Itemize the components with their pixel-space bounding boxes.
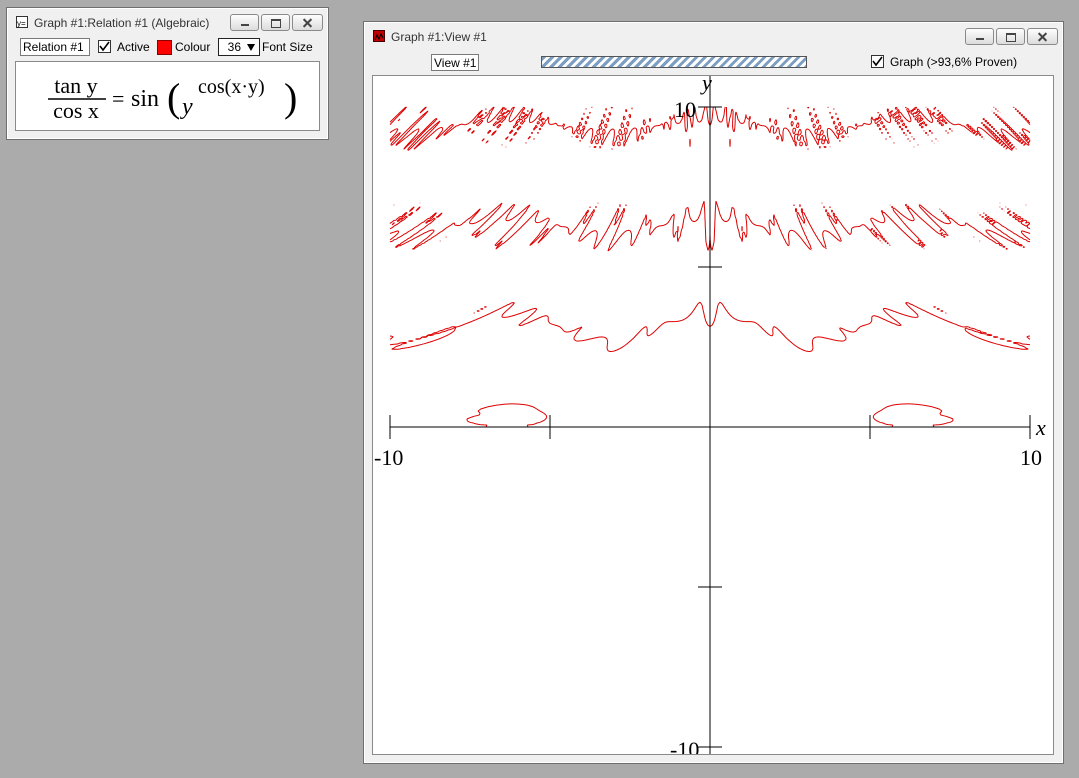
equation-numerator: tan y <box>54 73 97 98</box>
x-tick-label-max: 10 <box>1020 445 1042 470</box>
axes: -10 10 10 -10 x y <box>374 76 1046 754</box>
y-tick-label-min: -10 <box>670 737 699 754</box>
y-tick-label-max: 10 <box>674 97 696 122</box>
equation-exponent: cos(x·y) <box>198 76 265 98</box>
checkmark-icon <box>99 41 110 52</box>
relation-app-icon: y= <box>16 16 28 28</box>
active-label: Active <box>117 40 150 54</box>
active-checkbox[interactable] <box>98 40 111 53</box>
relation-window: y= Graph #1:Relation #1 (Algebraic) Rela… <box>6 7 329 140</box>
x-axis-label: x <box>1035 415 1046 440</box>
x-tick-label-min: -10 <box>374 445 403 470</box>
close-button[interactable] <box>1027 28 1058 45</box>
equation-func: sin <box>131 86 159 112</box>
graph-status-label: Graph (>93,6% Proven) <box>890 55 1018 69</box>
relation-name-field[interactable]: Relation #1 <box>20 38 90 56</box>
equation-denominator: cos x <box>53 98 99 123</box>
graph-checkbox[interactable] <box>871 55 884 68</box>
equation-graphic: tan y cos x = sin ( y cos(x·y) ) <box>48 73 297 123</box>
view-window: Graph #1:View #1 View #1 Graph (>93,6% P… <box>363 21 1064 764</box>
y-axis-label: y <box>700 76 712 95</box>
view-window-title: Graph #1:View #1 <box>391 30 487 44</box>
maximize-button[interactable] <box>261 14 290 31</box>
equation-display[interactable]: tan y cos x = sin ( y cos(x·y) ) <box>15 61 320 131</box>
equation-close-paren: ) <box>284 75 297 120</box>
font-size-label: Font Size <box>262 40 313 54</box>
window-controls <box>965 28 1058 45</box>
font-size-value: 36 <box>227 40 241 54</box>
equation-base: y <box>180 94 193 120</box>
maximize-button[interactable] <box>996 28 1025 45</box>
relation-titlebar[interactable]: y= Graph #1:Relation #1 (Algebraic) <box>10 11 325 33</box>
minimize-button[interactable] <box>965 28 994 45</box>
colour-swatch[interactable] <box>157 40 172 55</box>
svg-text:y=: y= <box>17 19 26 28</box>
checkmark-icon <box>872 56 883 67</box>
chevron-down-icon <box>247 44 255 51</box>
font-size-select[interactable]: 36 <box>218 38 260 56</box>
colour-label: Colour <box>175 40 211 54</box>
equation-equals: = <box>112 86 124 111</box>
graph-app-icon <box>373 30 385 42</box>
view-titlebar[interactable]: Graph #1:View #1 <box>367 25 1060 47</box>
graph-plot-area[interactable]: -10 10 10 -10 x y <box>372 75 1054 755</box>
view-name-field[interactable]: View #1 <box>431 54 479 71</box>
close-button[interactable] <box>292 14 323 31</box>
minimize-button[interactable] <box>230 14 259 31</box>
equation-open-paren: ( <box>167 75 180 120</box>
window-controls <box>230 14 323 31</box>
relation-window-title: Graph #1:Relation #1 (Algebraic) <box>34 16 210 30</box>
graph-progress-bar <box>541 56 807 68</box>
graph-canvas: -10 10 10 -10 x y <box>374 76 1046 754</box>
